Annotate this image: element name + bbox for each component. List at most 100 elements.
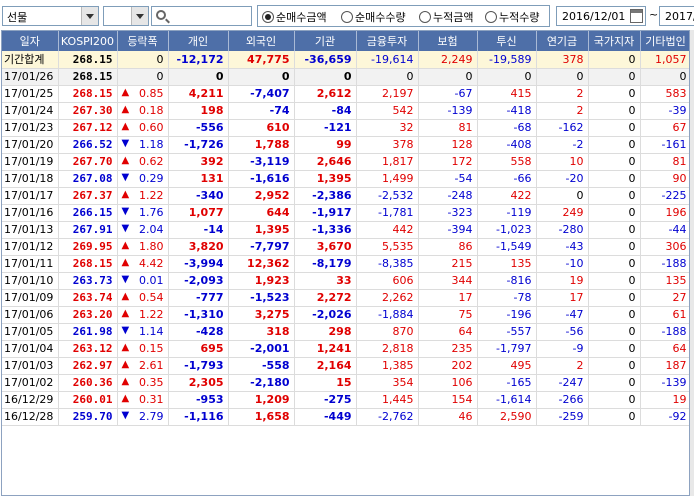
radio-dot-icon	[262, 11, 274, 23]
cell-individual: -2,093	[168, 272, 229, 290]
cell-investment-trust: -557	[477, 323, 537, 341]
cell-pension: -266	[536, 391, 589, 409]
cell-kospi200: 262.97	[58, 357, 118, 375]
market-select[interactable]: 선물	[2, 6, 99, 26]
cell-foreign: 1,395	[228, 221, 295, 239]
radio-label: 순매수금액	[276, 11, 327, 24]
cell-date: 17/01/24	[2, 102, 59, 120]
column-header-financial-investment[interactable]: 금융투자	[356, 31, 419, 51]
column-header-change[interactable]: 등락폭	[117, 31, 169, 51]
cell-institution: -1,917	[294, 204, 357, 222]
table-row[interactable]: 17/01/20266.521.18-1,7261,78899378128-40…	[2, 136, 689, 154]
cell-date: 17/01/06	[2, 306, 59, 324]
column-header-insurance[interactable]: 보험	[418, 31, 478, 51]
cell-date: 17/01/17	[2, 187, 59, 205]
radio-net-buy-amount[interactable]: 순매수금액	[262, 9, 327, 25]
table-row[interactable]: 16/12/28259.702.79-1,1161,658-449-2,7624…	[2, 408, 689, 426]
cell-kospi200: 267.37	[58, 187, 118, 205]
cell-individual: -1,310	[168, 306, 229, 324]
cell-change: 0	[117, 51, 169, 69]
calendar-icon[interactable]	[630, 9, 643, 23]
table-row[interactable]: 17/01/13267.912.04-141,395-1,336442-394-…	[2, 221, 689, 239]
radio-cumulative-amount[interactable]: 누적금액	[419, 9, 473, 25]
column-header-other-corp[interactable]: 기타법인	[640, 31, 689, 51]
cell-financial-investment: 1,499	[356, 170, 419, 188]
cell-pension: -2	[536, 136, 589, 154]
sub-select[interactable]	[103, 6, 149, 26]
search-icon[interactable]	[156, 10, 166, 20]
table-row[interactable]: 16/12/29260.010.31-9531,209-2751,445154-…	[2, 391, 689, 409]
column-header-investment-trust[interactable]: 투신	[477, 31, 537, 51]
cell-pension: 10	[536, 153, 589, 171]
chevron-down-icon[interactable]	[131, 7, 148, 25]
vertical-scrollbar[interactable]	[690, 30, 694, 496]
column-header-kospi200[interactable]: KOSPI200	[58, 31, 118, 51]
table-row[interactable]: 17/01/10263.730.01-2,0931,92333606344-81…	[2, 272, 689, 290]
cell-pension: 17	[536, 289, 589, 307]
cell-institution: -1,336	[294, 221, 357, 239]
cell-individual: 0	[168, 68, 229, 86]
cell-change: 1.14	[117, 323, 169, 341]
radio-net-buy-quantity[interactable]: 순매수수량	[341, 9, 406, 25]
cell-insurance: 202	[418, 357, 478, 375]
table-row[interactable]: 17/01/05261.981.14-42831829887064-557-56…	[2, 323, 689, 341]
cell-financial-investment: -2,762	[356, 408, 419, 426]
table-row[interactable]: 17/01/09263.740.54-777-1,5232,2722,26217…	[2, 289, 689, 307]
column-header-government[interactable]: 국가지자	[588, 31, 641, 51]
cell-insurance: 235	[418, 340, 478, 358]
cell-institution: -449	[294, 408, 357, 426]
table-row[interactable]: 17/01/11268.154.42-3,99412,362-8,179-8,3…	[2, 255, 689, 273]
search-input[interactable]	[151, 6, 252, 26]
table-total-row[interactable]: 기간합계 268.15 0 -12,172 47,775 -36,659 -19,614 2,…	[2, 51, 689, 69]
table-row[interactable]: 17/01/02260.360.352,305-2,18015354106-16…	[2, 374, 689, 392]
cell-financial-investment: -2,532	[356, 187, 419, 205]
cell-institution: 99	[294, 136, 357, 154]
cell-financial-investment: 2,197	[356, 85, 419, 103]
cell-kospi200: 267.91	[58, 221, 118, 239]
cell-other-corp: 67	[640, 119, 689, 137]
cell-other-corp: -139	[640, 374, 689, 392]
column-header-date[interactable]: 일자	[2, 31, 59, 51]
table-row[interactable]: 17/01/03262.972.61-1,793-5582,1641,38520…	[2, 357, 689, 375]
cell-financial-investment: -1,781	[356, 204, 419, 222]
cell-investment-trust: 422	[477, 187, 537, 205]
table-row[interactable]: 17/01/17267.371.22-3402,952-2,386-2,532-…	[2, 187, 689, 205]
cell-financial-investment: 442	[356, 221, 419, 239]
cell-other-corp: 0	[640, 68, 689, 86]
column-header-pension[interactable]: 연기금	[536, 31, 589, 51]
cell-kospi200: 267.70	[58, 153, 118, 171]
cell-financial-investment: 354	[356, 374, 419, 392]
cell-foreign: -74	[228, 102, 295, 120]
table-row[interactable]: 17/01/06263.201.22-1,3103,275-2,026-1,88…	[2, 306, 689, 324]
date-to-field[interactable]: 2017/	[659, 6, 694, 26]
cell-government: 0	[588, 85, 641, 103]
cell-institution: 2,272	[294, 289, 357, 307]
table-row[interactable]: 17/01/26 268.15 0 0 0 0 0 0 0 0 0 0	[2, 68, 689, 86]
table-row[interactable]: 17/01/12269.951.803,820-7,7973,6705,5358…	[2, 238, 689, 256]
cell-foreign: -2,180	[228, 374, 295, 392]
column-header-foreign[interactable]: 외국인	[228, 31, 295, 51]
cell-pension: 249	[536, 204, 589, 222]
table-row[interactable]: 17/01/19267.700.62392-3,1192,6461,817172…	[2, 153, 689, 171]
cell-kospi200: 263.12	[58, 340, 118, 358]
cell-insurance: -394	[418, 221, 478, 239]
table-row[interactable]: 17/01/25268.150.854,211-7,4072,6122,197-…	[2, 85, 689, 103]
table-row[interactable]: 17/01/24267.300.18198-74-84542-139-41820…	[2, 102, 689, 120]
table-row[interactable]: 17/01/23267.120.60-556610-1213281-68-162…	[2, 119, 689, 137]
column-header-individual[interactable]: 개인	[168, 31, 229, 51]
cell-individual: -1,726	[168, 136, 229, 154]
table-row[interactable]: 17/01/18267.080.29131-1,6161,3951,499-54…	[2, 170, 689, 188]
date-from-field[interactable]: 2016/12/01	[556, 6, 646, 26]
table-row[interactable]: 17/01/04263.120.15695-2,0011,2412,818235…	[2, 340, 689, 358]
cell-financial-investment: -19,614	[356, 51, 419, 69]
cell-foreign: -1,523	[228, 289, 295, 307]
radio-cumulative-quantity[interactable]: 누적수량	[485, 9, 539, 25]
chevron-down-icon[interactable]	[81, 7, 98, 25]
cell-insurance: 106	[418, 374, 478, 392]
radio-dot-icon	[419, 11, 431, 23]
cell-government: 0	[588, 238, 641, 256]
cell-other-corp: 187	[640, 357, 689, 375]
cell-kospi200: 263.20	[58, 306, 118, 324]
table-row[interactable]: 17/01/16266.151.761,077644-1,917-1,781-3…	[2, 204, 689, 222]
column-header-institution[interactable]: 기관	[294, 31, 357, 51]
